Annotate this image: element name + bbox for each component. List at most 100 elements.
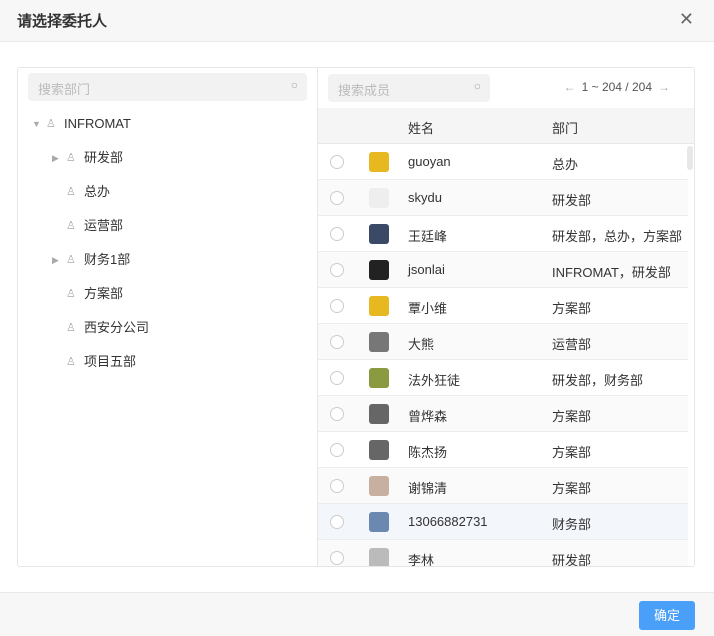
member-dept: 研发部，财务部 (552, 373, 644, 388)
tree-item-label: 研发部 (84, 150, 124, 165)
caret-down-icon[interactable]: ▼ (32, 112, 46, 136)
member-name: skydu (408, 190, 442, 205)
select-radio[interactable] (330, 479, 344, 493)
dept-search-input[interactable]: 搜索部门 ○ (28, 73, 307, 101)
member-dept: 方案部 (552, 409, 592, 424)
table-row[interactable]: 大熊 运营部 (318, 324, 688, 360)
tree-item-label: 财务1部 (84, 252, 131, 267)
avatar (369, 404, 389, 424)
tree-item[interactable]: ♙ 西安分公司 (52, 316, 149, 340)
member-name: 13066882731 (408, 514, 488, 529)
avatar (369, 512, 389, 532)
caret-right-icon[interactable]: ▶ (52, 248, 66, 272)
pagination-text: 1 ~ 204 / 204 (581, 80, 652, 94)
next-page-icon[interactable]: → (658, 80, 670, 94)
select-radio[interactable] (330, 407, 344, 421)
select-radio[interactable] (330, 263, 344, 277)
table-row[interactable]: 谢锦清 方案部 (318, 468, 688, 504)
tree-item-label: 运营部 (84, 218, 124, 233)
member-pane: 搜索成员 ○ ← 1 ~ 204 / 204 → 姓名 部门 guoyan 总办 sky… (318, 68, 694, 566)
tree-item-label: INFROMAT (64, 116, 131, 131)
department-icon: ♙ (46, 118, 56, 130)
avatar (369, 188, 389, 208)
member-dept: 研发部，总办，方案部 (552, 229, 683, 244)
table-row[interactable]: 李林 研发部 (318, 540, 688, 566)
avatar (369, 440, 389, 460)
table-row[interactable]: 曾烨森 方案部 (318, 396, 688, 432)
department-icon: ♙ (66, 288, 76, 300)
member-dept: 研发部 (552, 553, 592, 566)
avatar (369, 296, 389, 316)
member-name: 大熊 (408, 337, 435, 352)
prev-page-icon[interactable]: ← (564, 80, 576, 94)
tree-item-label: 总办 (84, 184, 111, 199)
tree-item[interactable]: ♙ 项目五部 (52, 350, 136, 374)
tree-item[interactable]: ▶ ♙ 研发部 (52, 146, 123, 170)
table-row[interactable]: 法外狂徒 研发部，财务部 (318, 360, 688, 396)
select-radio[interactable] (330, 227, 344, 241)
member-name: 王廷峰 (408, 229, 448, 244)
avatar (369, 152, 389, 172)
tree-item[interactable]: ♙ 方案部 (52, 282, 123, 306)
tree-item-label: 西安分公司 (84, 320, 150, 335)
select-radio[interactable] (330, 335, 344, 349)
search-icon: ○ (290, 78, 298, 92)
member-dept: 运营部 (552, 337, 592, 352)
close-icon[interactable]: ✕ (679, 9, 694, 30)
member-dept: 财务部 (552, 517, 592, 532)
table-row[interactable]: 13066882731 财务部 (318, 504, 688, 540)
member-name: 谢锦清 (408, 481, 448, 496)
pagination: ← 1 ~ 204 / 204 → (558, 80, 676, 94)
dialog-footer: 确定 (0, 592, 714, 636)
member-name: 法外狂徒 (408, 373, 461, 388)
table-row[interactable]: 覃小维 方案部 (318, 288, 688, 324)
department-pane: 搜索部门 ○ ▼ ♙ INFROMAT ▶ ♙ 研发部 ♙ 总办 ♙ 运营部 ▶ ♙ 财务1部 ♙ 方案部 ♙… (18, 68, 318, 566)
member-dept: 方案部 (552, 301, 592, 316)
tree-item-label: 项目五部 (84, 354, 137, 369)
select-radio[interactable] (330, 551, 344, 565)
department-icon: ♙ (66, 254, 76, 266)
select-radio[interactable] (330, 515, 344, 529)
select-radio[interactable] (330, 443, 344, 457)
tree-item[interactable]: ♙ 总办 (52, 180, 110, 204)
select-radio[interactable] (330, 155, 344, 169)
scrollbar[interactable] (687, 146, 693, 170)
table-row[interactable]: 王廷峰 研发部，总办，方案部 (318, 216, 688, 252)
department-icon: ♙ (66, 322, 76, 334)
avatar (369, 476, 389, 496)
column-name: 姓名 (408, 121, 435, 136)
tree-item[interactable]: ♙ 运营部 (52, 214, 123, 238)
avatar (369, 260, 389, 280)
member-name: 陈杰扬 (408, 445, 448, 460)
member-search-input[interactable]: 搜索成员 ○ (328, 74, 490, 102)
department-icon: ♙ (66, 356, 76, 368)
dept-search-placeholder: 搜索部门 (38, 82, 91, 97)
select-radio[interactable] (330, 299, 344, 313)
table-row[interactable]: guoyan 总办 (318, 144, 688, 180)
member-dept: INFROMAT，研发部 (552, 265, 671, 280)
table-header: 姓名 部门 (318, 108, 694, 144)
select-radio[interactable] (330, 371, 344, 385)
table-row[interactable]: 陈杰扬 方案部 (318, 432, 688, 468)
member-search-placeholder: 搜索成员 (338, 83, 391, 98)
member-name: guoyan (408, 154, 451, 169)
column-dept: 部门 (552, 121, 579, 136)
member-dept: 方案部 (552, 481, 592, 496)
confirm-button[interactable]: 确定 (639, 601, 695, 630)
dialog-title: 请选择委托人 (17, 13, 108, 30)
table-row[interactable]: skydu 研发部 (318, 180, 688, 216)
avatar (369, 332, 389, 352)
member-dept: 总办 (552, 157, 579, 172)
search-icon: ○ (473, 79, 481, 93)
select-radio[interactable] (330, 191, 344, 205)
member-dept: 研发部 (552, 193, 592, 208)
member-name: 覃小维 (408, 301, 448, 316)
avatar (369, 368, 389, 388)
table-row[interactable]: jsonlai INFROMAT，研发部 (318, 252, 688, 288)
avatar (369, 548, 389, 566)
member-dept: 方案部 (552, 445, 592, 460)
tree-item[interactable]: ▼ ♙ INFROMAT (32, 112, 131, 136)
caret-right-icon[interactable]: ▶ (52, 146, 66, 170)
avatar (369, 224, 389, 244)
tree-item[interactable]: ▶ ♙ 财务1部 (52, 248, 130, 272)
